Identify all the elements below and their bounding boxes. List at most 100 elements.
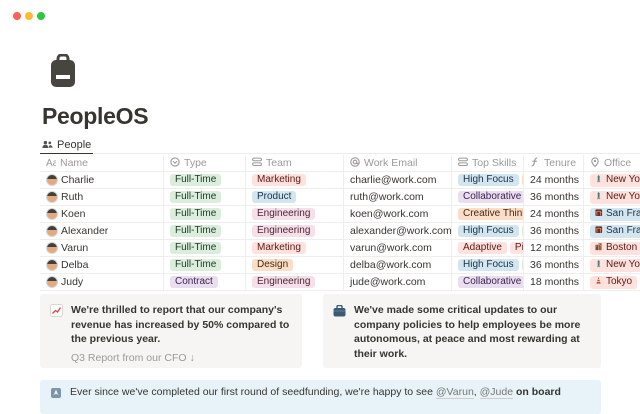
minimize-window-icon[interactable]	[25, 12, 33, 20]
tab-people[interactable]: People	[40, 136, 93, 154]
table-row-judy[interactable]: JudyContractEngineering jude@work.com Coll…	[40, 273, 640, 291]
team-cell[interactable]: Product	[246, 189, 344, 205]
column-header-label: Type	[184, 157, 207, 169]
name-cell[interactable]: Judy	[40, 274, 164, 290]
tenure-cell[interactable]: 36 months	[524, 257, 584, 273]
tenure-cell[interactable]: 18 months	[524, 274, 584, 290]
backpack-icon[interactable]	[50, 54, 76, 93]
office-cell[interactable]: San Francisco	[584, 223, 640, 239]
name-cell[interactable]: Ruth	[40, 189, 164, 205]
office-cell[interactable]: New York	[584, 172, 640, 188]
table-row-ruth[interactable]: Ruth Full-Time Product ruth@work.com Collabo…	[40, 188, 640, 205]
work-email: ruth@work.com	[350, 191, 424, 203]
column-header-tenure[interactable]: Tenure	[524, 155, 584, 171]
revenue-callout[interactable]: We're thrilled to report that our compan…	[40, 294, 302, 368]
column-header-team[interactable]: Team	[246, 155, 344, 171]
table-body: CharlieFull-TimeMarketingcharlie@work.co…	[40, 171, 640, 291]
skills-cell[interactable]: High FocusProblem Solving	[452, 223, 524, 239]
tag-label: Pitching	[515, 242, 524, 254]
tenure-cell[interactable]: 12 months	[524, 240, 584, 256]
email-cell[interactable]: charlie@work.com	[344, 172, 452, 188]
team-cell[interactable]: Engineering	[246, 206, 344, 222]
office-cell[interactable]: Boston	[584, 240, 640, 256]
type-cell[interactable]: Full-Time	[164, 172, 246, 188]
table-row-koen[interactable]: KoenFull-TimeEngineeringkoen@work.comCre…	[40, 205, 640, 222]
team-cell[interactable]: Design	[246, 257, 344, 273]
zoom-window-icon[interactable]	[37, 12, 45, 20]
mention-varun[interactable]: @Varun	[436, 386, 474, 399]
skills-cell[interactable]: High FocusCreative Thinking	[452, 172, 524, 188]
team-cell[interactable]: Engineering	[246, 274, 344, 290]
name-cell[interactable]: Delba	[40, 257, 164, 273]
team-cell[interactable]: Marketing	[246, 240, 344, 256]
tenure-cell[interactable]: 24 months	[524, 206, 584, 222]
name-cell[interactable]: Charlie	[40, 172, 164, 188]
name-cell[interactable]: Koen	[40, 206, 164, 222]
table-row-delba[interactable]: Delba Full-Time Designdelba@work.comHigh F…	[40, 256, 640, 273]
skills-cell[interactable]: Creative ThinkingCommunication	[452, 206, 524, 222]
skills-cell[interactable]: CollaborativeCommunication	[452, 189, 524, 205]
type-tag: Full-Time	[170, 259, 221, 271]
tag-label: Marketing	[257, 174, 301, 186]
column-header-work-email[interactable]: Work Email	[344, 155, 452, 171]
tag-label: Full-Time	[175, 191, 216, 203]
tenure-cell[interactable]: 36 months	[524, 223, 584, 239]
avatar	[46, 259, 58, 271]
column-header-type[interactable]: Type	[164, 155, 246, 171]
table-row-charlie[interactable]: CharlieFull-Time Marketing charlie@work.co…	[40, 171, 640, 188]
statue-of-liberty-icon	[595, 174, 603, 187]
tag-label: Boston	[606, 242, 637, 254]
location-pin-icon	[590, 157, 600, 170]
type-cell[interactable]: Contract	[164, 274, 246, 290]
tokyo-tower-icon	[595, 276, 603, 289]
team-cell[interactable]: Engineering	[246, 223, 344, 239]
team-cell[interactable]: Marketing	[246, 172, 344, 188]
tenure-cell[interactable]: 24 months	[524, 172, 584, 188]
mention-jude[interactable]: @Jude	[480, 386, 513, 399]
name-cell[interactable]: Varun	[40, 240, 164, 256]
email-cell[interactable]: jude@work.com	[344, 274, 452, 290]
type-cell[interactable]: Full-Time	[164, 189, 246, 205]
view-tabbar: People	[40, 136, 640, 154]
column-header-name[interactable]: AaName	[40, 155, 164, 171]
type-cell[interactable]: Full-Time	[164, 257, 246, 273]
bridge-icon	[595, 208, 603, 221]
person-name: Alexander	[61, 225, 108, 237]
table-row-varun[interactable]: Varun Full-Time Marketing varun@work.com Ada…	[40, 239, 640, 256]
table-row-alexander[interactable]: Alexander Full-Time Engineeringalexander@w…	[40, 222, 640, 239]
policies-callout[interactable]: We've made some critical updates to our …	[323, 294, 601, 368]
tag-label: Creative Thinking	[463, 208, 524, 220]
type-cell[interactable]: Full-Time	[164, 240, 246, 256]
email-cell[interactable]: alexander@work.com	[344, 223, 452, 239]
email-cell[interactable]: delba@work.com	[344, 257, 452, 273]
office-cell[interactable]: Tokyo	[584, 274, 640, 290]
office-cell[interactable]: New York	[584, 257, 640, 273]
type-cell[interactable]: Full-Time	[164, 206, 246, 222]
tenure-value: 24 months	[530, 208, 579, 220]
column-header-office[interactable]: Office	[584, 155, 640, 171]
email-cell[interactable]: varun@work.com	[344, 240, 452, 256]
type-tag: Full-Time	[170, 225, 221, 237]
type-tag: Full-Time	[170, 208, 221, 220]
tag-label: Marketing	[257, 242, 301, 254]
skills-cell[interactable]: AdaptivePitchingContrarian	[452, 240, 524, 256]
type-tag: Full-Time	[170, 242, 221, 254]
tag-label: Tokyo	[606, 276, 632, 288]
column-header-top-skills[interactable]: Top Skills	[452, 155, 524, 171]
email-cell[interactable]: ruth@work.com	[344, 189, 452, 205]
skill-tag: Adaptive	[458, 242, 507, 254]
name-cell[interactable]: Alexander	[40, 223, 164, 239]
type-cell[interactable]: Full-Time	[164, 223, 246, 239]
office-cell[interactable]: New York	[584, 189, 640, 205]
office-cell[interactable]: San Francisco	[584, 206, 640, 222]
skills-cell[interactable]: CollaborativeCommunication	[452, 274, 524, 290]
close-window-icon[interactable]	[13, 12, 21, 20]
avatar	[46, 174, 58, 186]
tag-label: San Francisco	[606, 208, 640, 220]
email-cell[interactable]: koen@work.com	[344, 206, 452, 222]
seedfunding-callout[interactable]: Ever since we've completed our first rou…	[40, 380, 601, 414]
skill-tag: Pitching	[510, 242, 524, 254]
tenure-cell[interactable]: 36 months	[524, 189, 584, 205]
skills-cell[interactable]: High FocusProblem Solving	[452, 257, 524, 273]
work-email: jude@work.com	[350, 276, 425, 288]
